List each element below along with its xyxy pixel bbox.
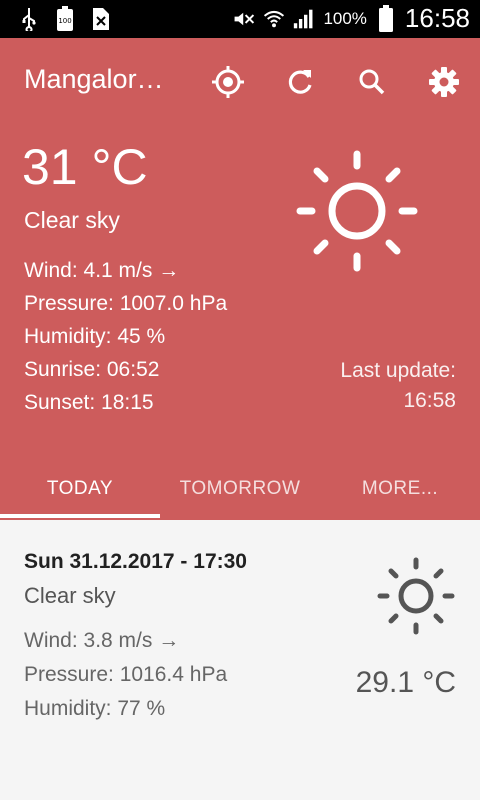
sun-icon [377, 557, 455, 635]
forecast-pressure: Pressure: 1016.4 hPa [24, 663, 228, 686]
current-wind: Wind: 4.1 m/s → [24, 259, 180, 282]
wifi-icon [263, 6, 285, 32]
forecast-details: Wind: 3.8 m/s → Pressure: 1016.4 hPa Hum… [24, 624, 227, 726]
status-bar: 100 100% 16:58 [0, 0, 480, 38]
tab-more[interactable]: MORE... [320, 458, 480, 520]
forecast-datetime: Sun 31.12.2017 - 17:30 [24, 550, 247, 573]
refresh-icon [288, 70, 312, 94]
battery-100-icon: 100 [54, 6, 76, 32]
tab-today[interactable]: TODAY [0, 458, 160, 520]
settings-button[interactable] [424, 62, 464, 102]
current-sunrise: Sunrise: 06:52 [24, 358, 160, 381]
search-icon [359, 69, 385, 95]
city-title: Mangalor… [24, 64, 164, 94]
toolbar: Mangalor… [0, 38, 480, 124]
forecast-description: Clear sky [24, 583, 116, 608]
current-sunset: Sunset: 18:15 [24, 391, 154, 414]
locate-button[interactable] [208, 62, 248, 102]
current-temperature: 31 °C [22, 139, 148, 195]
battery-percent: 100% [323, 8, 367, 28]
battery-icon [375, 4, 397, 32]
current-humidity: Humidity: 45 % [24, 325, 166, 348]
last-update: Last update: 16:58 [340, 356, 456, 416]
tab-bar: TODAY TOMORROW MORE... [0, 458, 480, 520]
forecast-temperature: 29.1 °C [355, 666, 456, 699]
forecast-item[interactable]: Sun 31.12.2017 - 17:30 Clear sky Wind: 3… [0, 520, 480, 800]
forecast-humidity: Humidity: 77 % [24, 697, 166, 720]
clock: 16:58 [404, 3, 470, 33]
active-tab-indicator [0, 514, 160, 518]
forecast-wind: Wind: 3.8 m/s → [24, 629, 180, 652]
sim-icon [90, 6, 112, 32]
refresh-button[interactable] [280, 62, 320, 102]
locate-icon [212, 66, 244, 98]
current-pressure: Pressure: 1007.0 hPa [24, 292, 228, 315]
last-update-label: Last update: [340, 359, 456, 382]
weather-header: Mangalor… 31 °C Clear sky Wind: 4.1 m/s … [0, 38, 480, 520]
tab-tomorrow[interactable]: TOMORROW [160, 458, 320, 520]
sun-icon [296, 150, 418, 272]
current-description: Clear sky [24, 207, 120, 233]
signal-icon [293, 6, 315, 32]
last-update-time: 16:58 [403, 389, 456, 412]
mute-icon [233, 6, 255, 32]
usb-icon [18, 6, 40, 32]
settings-icon [429, 67, 459, 97]
current-details: Wind: 4.1 m/s → Pressure: 1007.0 hPa Hum… [24, 254, 227, 419]
search-button[interactable] [352, 62, 392, 102]
svg-text:100: 100 [58, 17, 71, 25]
